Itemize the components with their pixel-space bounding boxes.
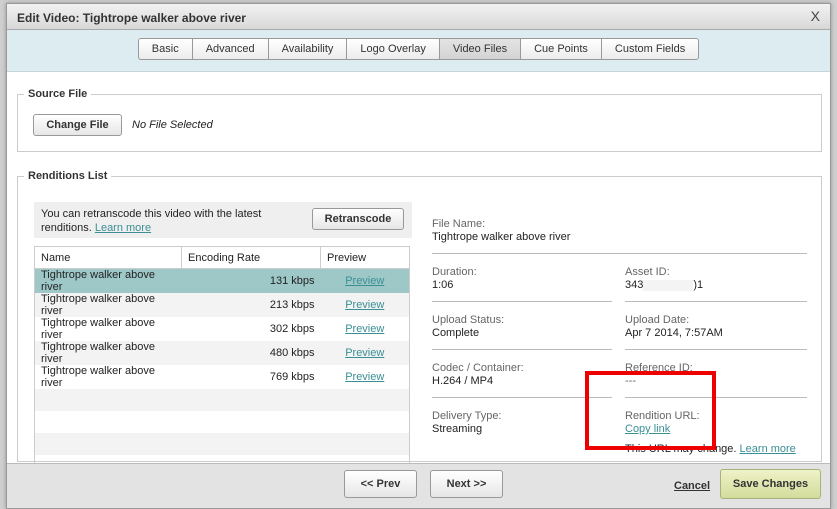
table-row[interactable]: Tightrope walker above river 769 kbps Prev… [35, 365, 410, 389]
empty-row [34, 389, 410, 411]
close-icon[interactable]: X [811, 8, 820, 24]
source-file-legend: Source File [28, 88, 88, 100]
renditions-table: Name Encoding Rate Preview Tightrope wal… [34, 246, 410, 478]
rendition-rate: 213 kbps [181, 293, 321, 317]
tab-basic[interactable]: Basic [137, 38, 193, 60]
upload-status-field: Upload Status: Complete [432, 314, 505, 339]
dialog-title: Edit Video: Tightrope walker above river [17, 11, 246, 25]
asset-id-field: Asset ID: 343)1 [625, 266, 704, 291]
save-changes-button[interactable]: Save Changes [720, 469, 821, 499]
preview-link[interactable]: Preview [345, 347, 384, 359]
title-bar: Edit Video: Tightrope walker above river… [7, 4, 830, 30]
tab-availability[interactable]: Availability [268, 38, 348, 60]
rendition-name: Tightrope walker above river [41, 365, 155, 389]
file-status: No File Selected [132, 119, 213, 131]
cancel-link[interactable]: Cancel [674, 480, 710, 492]
prev-button[interactable]: << Prev [344, 470, 417, 498]
col-name[interactable]: Name [34, 246, 182, 269]
file-name-field: File Name: Tightrope walker above river [432, 218, 571, 243]
rendition-name: Tightrope walker above river [41, 317, 155, 341]
table-row[interactable]: Tightrope walker above river 302 kbps Prev… [35, 317, 410, 341]
upload-date-field: Upload Date: Apr 7 2014, 7:57AM [625, 314, 723, 339]
duration-field: Duration: 1:06 [432, 266, 477, 291]
tab-custom-fields[interactable]: Custom Fields [601, 38, 700, 60]
preview-link[interactable]: Preview [345, 323, 384, 335]
delivery-type-field: Delivery Type: Streaming [432, 410, 502, 435]
preview-link[interactable]: Preview [345, 371, 384, 383]
preview-link[interactable]: Preview [345, 275, 384, 287]
empty-row [34, 433, 410, 455]
source-file-section: Source File Change File No File Selected [17, 88, 822, 152]
tab-video-files[interactable]: Video Files [439, 38, 522, 60]
col-preview: Preview [320, 246, 410, 269]
rendition-name: Tightrope walker above river [34, 293, 182, 317]
col-encoding-rate[interactable]: Encoding Rate [181, 246, 321, 269]
rendition-rate: 769 kbps [269, 371, 315, 383]
rendition-rate: 302 kbps [269, 323, 315, 335]
codec-field: Codec / Container: H.264 / MP4 [432, 362, 524, 387]
table-row[interactable]: Tightrope walker above river 480 kbps Prev… [34, 341, 410, 365]
rendition-name: Tightrope walker above river [34, 268, 182, 293]
table-row[interactable]: Tightrope walker above river 131 kbps Prev… [34, 268, 410, 293]
retranscode-button[interactable]: Retranscode [312, 208, 404, 230]
preview-link[interactable]: Preview [345, 299, 384, 311]
footer-bar: << Prev Next >> Cancel Save Changes [7, 463, 830, 508]
note-text: You can retranscode this video with the … [41, 208, 262, 234]
tab-advanced[interactable]: Advanced [192, 38, 269, 60]
tab-cue-points[interactable]: Cue Points [521, 38, 602, 60]
tab-logo-overlay[interactable]: Logo Overlay [347, 38, 440, 60]
highlight-box [585, 371, 716, 450]
rendition-learn-more-link[interactable]: Learn more [740, 443, 796, 455]
rendition-name: Tightrope walker above river [34, 341, 182, 365]
renditions-legend: Renditions List [28, 170, 108, 182]
tab-bar: Basic Advanced Availability Logo Overlay… [7, 30, 830, 72]
table-row[interactable]: Tightrope walker above river 213 kbps Prev… [34, 293, 410, 317]
empty-row [35, 411, 410, 433]
rendition-rate: 480 kbps [181, 341, 321, 365]
change-file-button[interactable]: Change File [33, 114, 122, 136]
rendition-rate: 131 kbps [181, 268, 321, 293]
next-button[interactable]: Next >> [430, 470, 503, 498]
learn-more-link[interactable]: Learn more [95, 222, 151, 234]
